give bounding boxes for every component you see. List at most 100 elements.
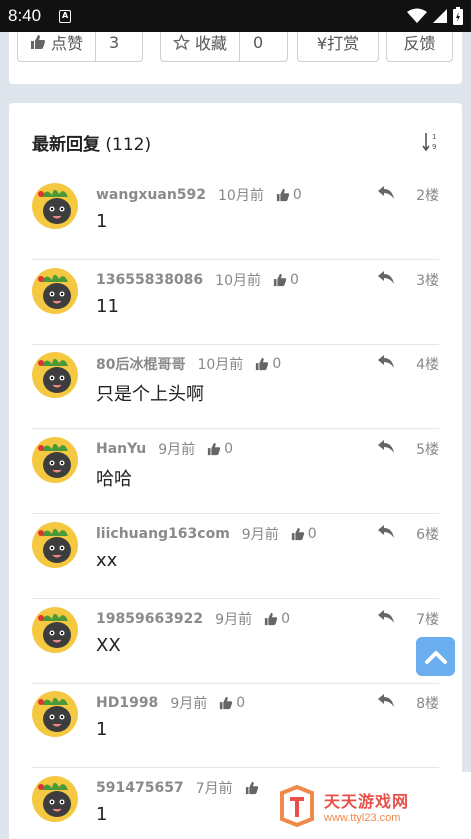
watermark-url: www.ttyl23.com [324, 811, 401, 824]
reply-like-button[interactable]: 0 [264, 611, 290, 627]
thumbs-up-icon [256, 358, 269, 371]
reply-like-button[interactable]: 0 [291, 526, 317, 542]
reply-like-count: 0 [236, 695, 246, 712]
reply-item: HanYu 9月前 0 5楼 哈哈 [32, 429, 439, 515]
reply-content: XX [96, 634, 121, 656]
thumbs-up-icon [220, 697, 233, 710]
reply-item: 13655838086 10月前 0 3楼 11 [32, 260, 439, 345]
reply-floor: 8楼 [416, 696, 439, 713]
reply-username[interactable]: 591475657 [96, 780, 184, 796]
like-label: 点赞 [51, 34, 84, 53]
reply-item: 19859663922 9月前 0 7楼 XX [32, 599, 439, 684]
reply-item: 80后冰棍哥哥 10月前 0 4楼 只是个上头啊 [32, 344, 439, 430]
reply-floor: 7楼 [416, 611, 439, 628]
reply-like-button[interactable]: 0 [255, 356, 281, 372]
reply-like-button[interactable]: 0 [276, 187, 302, 203]
avatar[interactable] [32, 352, 78, 399]
reply-like-count: 0 [307, 525, 317, 542]
reply-username[interactable]: 19859663922 [96, 611, 203, 627]
avatar[interactable] [32, 606, 78, 653]
reply-content: 只是个上头啊 [96, 384, 204, 406]
watermark: 天天游戏网 www.ttyl23.com [262, 772, 471, 839]
reply-username[interactable]: HD1998 [96, 695, 158, 711]
status-bar: 8:40 A [0, 0, 471, 32]
replies-title: 最新回复 [32, 135, 100, 155]
svg-text:9: 9 [432, 143, 436, 151]
signal-icon [433, 9, 447, 23]
favorite-label: 收藏 [195, 34, 228, 53]
reply-content: 1 [96, 719, 108, 741]
wifi-icon [407, 8, 427, 23]
avatar[interactable] [32, 437, 78, 484]
reply-floor: 3楼 [416, 272, 439, 289]
reply-icon[interactable] [377, 439, 395, 454]
reply-icon[interactable] [377, 693, 395, 708]
reply-username[interactable]: HanYu [96, 441, 146, 457]
svg-text:1: 1 [432, 133, 436, 141]
reply-floor: 5楼 [416, 442, 439, 459]
reply-time: 10月前 [218, 188, 264, 204]
avatar[interactable] [32, 775, 78, 822]
reply-item: liichuang163com 9月前 0 6楼 xx [32, 514, 439, 599]
reply-like-button[interactable]: 0 [273, 272, 299, 288]
reply-meta: HanYu 9月前 0 [96, 439, 233, 459]
reply-icon[interactable] [377, 524, 395, 539]
reply-time: 9月前 [170, 696, 208, 713]
reply-content: 哈哈 [96, 469, 132, 491]
reply-like-count: 0 [272, 356, 282, 373]
tip-label: ¥打赏 [316, 34, 360, 53]
thumbs-up-icon [273, 273, 287, 286]
reply-time: 9月前 [241, 526, 279, 543]
avatar[interactable] [32, 521, 78, 568]
reply-content: 1 [96, 803, 108, 825]
avatar[interactable] [32, 267, 78, 314]
reply-meta: wangxuan592 10月前 0 [96, 185, 302, 205]
thumbs-up-icon [208, 442, 221, 456]
reply-meta: HD1998 9月前 0 [96, 693, 245, 713]
reply-meta: 19859663922 9月前 0 [96, 609, 290, 629]
chevron-up-icon [424, 650, 447, 664]
reply-like-count: 0 [289, 271, 299, 288]
replies-count: (112) [105, 135, 152, 155]
reply-username[interactable]: 13655838086 [96, 272, 203, 288]
reply-time: 10月前 [197, 357, 244, 374]
reply-item: wangxuan592 10月前 0 2楼 1 [32, 175, 439, 260]
thumbs-up-icon [291, 527, 304, 540]
thumbs-up-icon [276, 188, 289, 202]
reply-like-count: 0 [224, 441, 234, 458]
battery-icon [453, 7, 463, 25]
reply-time: 10月前 [215, 272, 261, 289]
reply-time: 7月前 [195, 780, 233, 797]
reply-username[interactable]: 80后冰棍哥哥 [96, 354, 185, 374]
reply-icon[interactable] [377, 354, 395, 369]
scroll-to-top-button[interactable] [416, 637, 455, 676]
reply-icon[interactable] [377, 185, 395, 200]
reply-like-button[interactable]: 0 [207, 441, 233, 457]
avatar[interactable] [32, 183, 78, 229]
reply-content: xx [96, 549, 118, 571]
avatar[interactable] [32, 691, 78, 738]
status-icons [407, 7, 463, 25]
reply-username[interactable]: wangxuan592 [96, 187, 206, 203]
reply-meta: 80后冰棍哥哥 10月前 0 [96, 354, 281, 374]
thumbs-up-icon [31, 35, 45, 49]
watermark-name: 天天游戏网 [324, 791, 410, 811]
reply-floor: 6楼 [416, 526, 439, 543]
notification-icon: A [59, 9, 72, 23]
thumbs-up-icon [264, 612, 278, 625]
reply-like-button[interactable]: 0 [219, 695, 245, 711]
reply-like-button[interactable] [245, 781, 262, 795]
reply-icon[interactable] [377, 270, 395, 285]
reply-content: 11 [96, 295, 119, 317]
sort-icon[interactable]: 1 9 [422, 131, 440, 153]
reply-floor: 4楼 [416, 357, 439, 374]
replies-header: 最新回复 (112) [32, 130, 151, 155]
reply-meta: 13655838086 10月前 0 [96, 270, 299, 290]
reply-icon[interactable] [377, 609, 395, 624]
reply-username[interactable]: liichuang163com [96, 526, 230, 542]
star-icon [173, 33, 190, 50]
reply-like-count: 0 [292, 187, 302, 203]
reply-time: 9月前 [215, 611, 253, 628]
feedback-label: 反馈 [403, 34, 436, 53]
reply-like-count: 0 [281, 610, 290, 627]
